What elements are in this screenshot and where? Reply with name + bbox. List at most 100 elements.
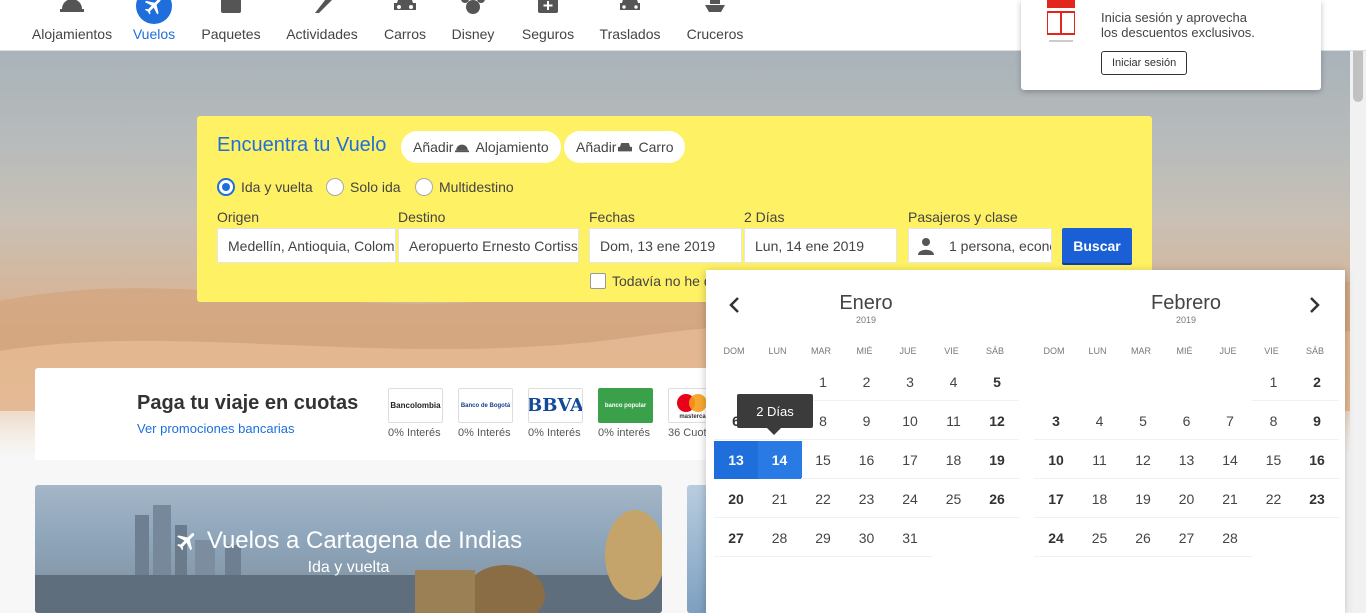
calendar-day[interactable]: 26 — [975, 480, 1019, 518]
calendar-day[interactable]: 1 — [1251, 363, 1296, 401]
calendar-day[interactable]: 28 — [1208, 519, 1252, 557]
bank-popular[interactable]: banco popular 0% interés — [598, 388, 653, 439]
calendar-day[interactable]: 17 — [1034, 480, 1078, 518]
nav-item-carros[interactable]: Carros — [384, 0, 426, 51]
calendar-day[interactable]: 4 — [931, 363, 976, 401]
trip-type-oneway-radio[interactable]: Solo ida — [326, 178, 401, 196]
calendar-day[interactable]: 16 — [1295, 441, 1339, 479]
calendar-day[interactable]: 17 — [888, 441, 932, 479]
nav-item-actividades[interactable]: Actividades — [286, 0, 358, 51]
calendar-day[interactable]: 21 — [1208, 480, 1252, 518]
promo-subtitle: Ida y vuelta — [307, 559, 390, 576]
nav-item-traslados[interactable]: Traslados — [600, 0, 660, 51]
calendar-day[interactable]: 5 — [975, 363, 1019, 401]
calendar-day[interactable]: 20 — [714, 480, 758, 518]
promo-card-cartagena[interactable]: Vuelos a Cartagena de Indias Ida y vuelt… — [35, 485, 662, 613]
calendar-day[interactable]: 14 — [757, 441, 802, 479]
airplane-icon — [136, 0, 172, 24]
nav-item-alojamientos[interactable]: Alojamientos — [31, 0, 113, 51]
calendar-day[interactable]: 19 — [1121, 480, 1165, 518]
bank-bancolombia[interactable]: Bancolombia 0% Interés — [388, 388, 443, 439]
origin-input[interactable]: Medellín, Antioquia, Colombia — [217, 228, 396, 263]
calendar-day[interactable]: 18 — [1077, 480, 1122, 518]
calendar-day[interactable]: 10 — [1034, 441, 1078, 479]
bank-bbva[interactable]: BBVA 0% Interés — [528, 388, 583, 439]
destination-input[interactable]: Aeropuerto Ernesto Cortissoz — [398, 228, 579, 263]
nav-label: Alojamientos — [31, 26, 113, 42]
chevron-right-icon — [1310, 297, 1320, 313]
nav-item-paquetes[interactable]: Paquetes — [201, 0, 261, 51]
mastercard-circle-orange — [689, 394, 707, 412]
calendar-day[interactable]: 16 — [844, 441, 889, 479]
calendar-day[interactable]: 25 — [931, 480, 976, 518]
calendar-day[interactable]: 9 — [1295, 402, 1339, 440]
calendar-day[interactable]: 15 — [1251, 441, 1296, 479]
calendar-day[interactable]: 27 — [1164, 519, 1209, 557]
calendar-day[interactable]: 10 — [888, 402, 932, 440]
calendar-day[interactable]: 15 — [801, 441, 845, 479]
calendar-day[interactable]: 12 — [975, 402, 1019, 440]
bank-logo-text: Bancolombia — [390, 401, 441, 410]
calendar-day[interactable]: 22 — [801, 480, 845, 518]
hotel-bell-icon — [455, 144, 470, 152]
next-month-button[interactable] — [1305, 294, 1325, 316]
weekday-header: SÁB — [1305, 346, 1324, 356]
nav-item-disney[interactable]: Disney — [452, 0, 494, 51]
calendar-day[interactable]: 8 — [1251, 402, 1296, 440]
calendar-day[interactable]: 27 — [714, 519, 758, 557]
nav-item-cruceros[interactable]: Cruceros — [687, 0, 743, 51]
search-title: Encuentra tu Vuelo — [217, 134, 387, 156]
calendar-day[interactable]: 13 — [714, 441, 758, 479]
medical-kit-icon — [535, 0, 561, 16]
calendar-day[interactable]: 26 — [1121, 519, 1165, 557]
calendar-day[interactable]: 30 — [844, 519, 889, 557]
add-label: Añadir — [576, 139, 617, 155]
calendar-day[interactable]: 29 — [801, 519, 845, 557]
bank-promotions-link[interactable]: Ver promociones bancarias — [137, 421, 295, 436]
calendar-day[interactable]: 31 — [888, 519, 932, 557]
calendar-day[interactable]: 4 — [1077, 402, 1122, 440]
calendar-day[interactable]: 23 — [1295, 480, 1339, 518]
previous-month-button[interactable] — [724, 294, 744, 316]
calendar-day[interactable]: 25 — [1077, 519, 1122, 557]
calendar-day[interactable]: 11 — [931, 402, 976, 440]
calendar-day[interactable]: 18 — [931, 441, 976, 479]
calendar-day[interactable]: 28 — [757, 519, 802, 557]
search-button[interactable]: Buscar — [1062, 228, 1132, 263]
trip-type-multicity-radio[interactable]: Multidestino — [415, 178, 514, 196]
promo-title-text: Vuelos a Cartagena de Indias — [206, 527, 523, 554]
calendar-day[interactable]: 5 — [1121, 402, 1165, 440]
nav-item-seguros[interactable]: Seguros — [522, 0, 574, 51]
calendar-day[interactable]: 9 — [844, 402, 889, 440]
ship-icon — [702, 0, 728, 16]
add-hotel-button[interactable]: Añadir Alojamiento — [401, 131, 561, 163]
calendar-day[interactable]: 3 — [888, 363, 932, 401]
calendar-day[interactable]: 7 — [1208, 402, 1252, 440]
login-button[interactable]: Iniciar sesión — [1101, 51, 1188, 75]
calendar-day[interactable]: 12 — [1121, 441, 1165, 479]
calendar-day[interactable]: 22 — [1251, 480, 1296, 518]
calendar-day[interactable]: 2 — [844, 363, 889, 401]
calendar-day[interactable]: 23 — [844, 480, 889, 518]
add-car-button[interactable]: Añadir Carro — [564, 131, 686, 163]
departure-date-input[interactable]: Dom, 13 ene 2019 — [589, 228, 742, 263]
calendar-day[interactable]: 21 — [757, 480, 802, 518]
calendar-day[interactable]: 24 — [888, 480, 932, 518]
return-date-input[interactable]: Lun, 14 ene 2019 — [744, 228, 897, 263]
calendar-day[interactable]: 24 — [1034, 519, 1078, 557]
calendar-day[interactable]: 3 — [1034, 402, 1078, 440]
calendar-day[interactable]: 2 — [1295, 363, 1339, 401]
calendar-day[interactable]: 11 — [1077, 441, 1122, 479]
nav-item-vuelos[interactable]: Vuelos — [133, 0, 175, 51]
calendar-day[interactable]: 14 — [1208, 441, 1252, 479]
calendar-day[interactable]: 19 — [975, 441, 1019, 479]
trip-type-roundtrip-radio[interactable]: Ida y vuelta — [217, 178, 313, 196]
bank-bogota[interactable]: Banco de Bogotá 0% Interés — [458, 388, 513, 439]
calendar-day[interactable]: 6 — [1164, 402, 1209, 440]
passengers-input[interactable]: 1 persona, economy — [908, 228, 1052, 263]
calendar-day[interactable]: 20 — [1164, 480, 1209, 518]
calendar-day[interactable]: 13 — [1164, 441, 1209, 479]
page-scrollbar[interactable] — [1350, 0, 1366, 613]
nav-label: Vuelos — [132, 26, 176, 42]
weekday-header: MAR — [1131, 346, 1151, 356]
